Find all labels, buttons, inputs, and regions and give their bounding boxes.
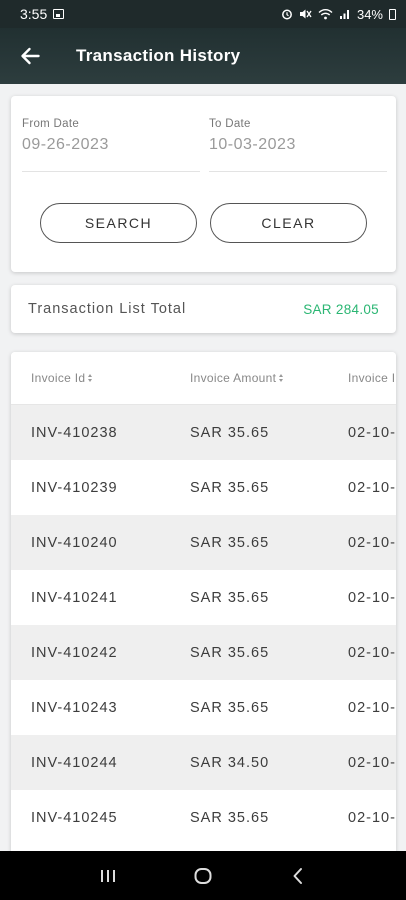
battery-percent: 34%: [356, 6, 383, 22]
cell-invoice-amount: SAR 35.65: [190, 534, 270, 551]
cell-invoice-amount: SAR 35.65: [190, 644, 270, 661]
to-date-field[interactable]: To Date 10-03-2023: [209, 118, 387, 172]
cell-invoice-id: INV-410241: [31, 589, 118, 606]
home-icon: [194, 867, 212, 884]
header-invoice-date[interactable]: Invoice I: [348, 371, 395, 385]
table-row[interactable]: INV-410241 SAR 35.65 02-10-: [11, 570, 396, 625]
recents-button[interactable]: [88, 856, 128, 896]
system-back-button[interactable]: [278, 856, 318, 896]
cell-invoice-amount: SAR 35.65: [190, 699, 270, 716]
home-button[interactable]: [183, 856, 223, 896]
cell-invoice-date: 02-10-: [348, 479, 396, 496]
table-row[interactable]: INV-410240 SAR 35.65 02-10-: [11, 515, 396, 570]
table-header: Invoice Id Invoice Amount Invoice I: [11, 352, 396, 405]
back-button[interactable]: [0, 28, 60, 84]
sort-icon: [279, 373, 284, 383]
date-filter-card: From Date 09-26-2023 To Date 10-03-2023 …: [11, 96, 396, 272]
from-date-value: 09-26-2023: [22, 136, 109, 153]
cell-invoice-id: INV-410240: [31, 534, 118, 551]
cell-invoice-id: INV-410238: [31, 424, 118, 441]
table-row[interactable]: INV-410245 SAR 35.65 02-10-: [11, 790, 396, 845]
table-row[interactable]: INV-410244 SAR 34.50 02-10-: [11, 735, 396, 790]
cell-invoice-date: 02-10-: [348, 534, 396, 551]
gallery-notification-icon: [53, 9, 65, 19]
table-row[interactable]: INV-410238 SAR 35.65 02-10-: [11, 405, 396, 460]
status-time: 3:55: [20, 6, 48, 22]
total-value: SAR 284.05: [303, 301, 379, 317]
table-body: INV-410238 SAR 35.65 02-10- INV-410239 S…: [11, 405, 396, 845]
sort-icon: [88, 373, 93, 383]
arrow-left-icon: [21, 47, 40, 65]
app-bar: Transaction History: [0, 28, 406, 84]
recents-icon: [100, 869, 115, 882]
cell-invoice-id: INV-410242: [31, 644, 118, 661]
total-label: Transaction List Total: [28, 301, 187, 317]
header-invoice-id[interactable]: Invoice Id: [31, 371, 93, 385]
cell-invoice-date: 02-10-: [348, 754, 396, 771]
transaction-total-card: Transaction List Total SAR 284.05: [11, 285, 396, 333]
cell-invoice-date: 02-10-: [348, 424, 396, 441]
header-invoice-amount[interactable]: Invoice Amount: [190, 371, 284, 385]
cell-invoice-amount: SAR 35.65: [190, 589, 270, 606]
mute-icon: [299, 9, 312, 19]
cell-invoice-amount: SAR 35.65: [190, 479, 270, 496]
to-date-label: To Date: [209, 118, 251, 130]
signal-icon: [339, 10, 349, 19]
table-row[interactable]: INV-410242 SAR 35.65 02-10-: [11, 625, 396, 680]
status-bar: 3:55 34%: [0, 0, 406, 28]
cell-invoice-date: 02-10-: [348, 644, 396, 661]
cell-invoice-amount: SAR 35.65: [190, 424, 270, 441]
wifi-icon: [318, 9, 333, 20]
table-row[interactable]: INV-410239 SAR 35.65 02-10-: [11, 460, 396, 515]
transaction-table[interactable]: Invoice Id Invoice Amount Invoice I INV-…: [11, 352, 396, 852]
cell-invoice-amount: SAR 34.50: [190, 754, 270, 771]
battery-icon: [389, 8, 396, 20]
cell-invoice-date: 02-10-: [348, 699, 396, 716]
from-date-field[interactable]: From Date 09-26-2023: [22, 118, 200, 172]
table-row[interactable]: INV-410243 SAR 35.65 02-10-: [11, 680, 396, 735]
cell-invoice-id: INV-410244: [31, 754, 118, 771]
search-button[interactable]: SEARCH: [40, 203, 197, 243]
alarm-icon: [282, 9, 292, 20]
cell-invoice-date: 02-10-: [348, 809, 396, 826]
cell-invoice-amount: SAR 35.65: [190, 809, 270, 826]
cell-invoice-id: INV-410243: [31, 699, 118, 716]
from-date-label: From Date: [22, 118, 80, 130]
cell-invoice-id: INV-410245: [31, 809, 118, 826]
chevron-left-icon: [293, 867, 303, 884]
cell-invoice-id: INV-410239: [31, 479, 118, 496]
cell-invoice-date: 02-10-: [348, 589, 396, 606]
page-title: Transaction History: [76, 46, 241, 65]
to-date-value: 10-03-2023: [209, 136, 296, 153]
clear-button[interactable]: CLEAR: [210, 203, 367, 243]
system-nav-bar: [0, 851, 406, 900]
